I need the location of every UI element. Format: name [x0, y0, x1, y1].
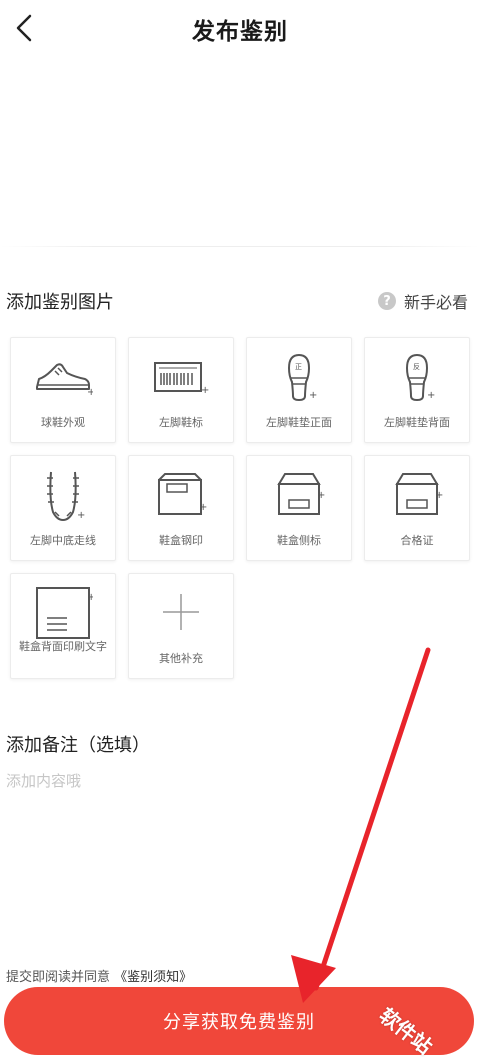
upload-tile-certificate[interactable]: + 合格证 [364, 455, 470, 561]
tile-label: 鞋盒背面印刷文字 [19, 640, 107, 653]
box-stamp-icon: + [158, 473, 207, 515]
svg-text:+: + [309, 390, 317, 401]
svg-text:+: + [427, 390, 435, 401]
remarks-title: 添加备注（选填） [6, 735, 150, 756]
upload-tile-shoe-label[interactable]: + 左脚鞋标 [128, 337, 234, 443]
svg-text:+: + [87, 592, 93, 603]
midsole-stitch-icon: + [47, 471, 85, 522]
svg-text:+: + [199, 502, 207, 513]
agreement-text: 提交即阅读并同意 《鉴别须知》 [6, 966, 192, 985]
page-title: 发布鉴别 [192, 19, 288, 45]
svg-text:+: + [87, 387, 93, 397]
tile-label: 合格证 [400, 534, 434, 547]
certificate-icon: + [395, 473, 443, 515]
banner-area [0, 60, 480, 250]
tile-label: 球鞋外观 [41, 416, 85, 429]
insole-mark: 正 [295, 363, 302, 371]
upload-grid: + 球鞋外观 + 左脚鞋标 正 + 左脚鞋垫正面 反 + 左脚鞋垫背面 + 左脚… [10, 337, 470, 682]
tile-label: 其他补充 [159, 652, 203, 665]
sneaker-icon: + [36, 363, 93, 397]
insole-front-icon: 正 + [287, 353, 317, 402]
upload-tile-box-back-text[interactable]: + 鞋盒背面印刷文字 [10, 573, 116, 679]
svg-text:+: + [317, 490, 325, 501]
help-icon: ? [377, 292, 396, 310]
insole-back-icon: 反 + [405, 353, 435, 402]
upload-tile-box-side-label[interactable]: + 鞋盒侧标 [246, 455, 352, 561]
upload-tile-insole-back[interactable]: 反 + 左脚鞋垫背面 [364, 337, 470, 443]
agreement-prefix: 提交即阅读并同意 [6, 970, 111, 985]
upload-tile-other[interactable]: 其他补充 [128, 573, 234, 679]
upload-section-title: 添加鉴别图片 [6, 292, 114, 313]
divider [0, 246, 480, 247]
box-back-text-icon: + [36, 587, 93, 639]
upload-tile-midsole-stitch[interactable]: + 左脚中底走线 [10, 455, 116, 561]
insole-mark: 反 [413, 362, 420, 371]
upload-tile-box-stamp[interactable]: + 鞋盒钢印 [128, 455, 234, 561]
tile-label: 鞋盒钢印 [159, 534, 203, 547]
tile-label: 鞋盒侧标 [277, 534, 321, 547]
box-side-label-icon: + [277, 473, 325, 515]
tile-label: 左脚鞋垫背面 [384, 416, 450, 429]
tile-label: 左脚鞋垫正面 [266, 416, 332, 429]
svg-text:+: + [435, 490, 443, 501]
remarks-input[interactable] [6, 770, 466, 940]
upload-tile-insole-front[interactable]: 正 + 左脚鞋垫正面 [246, 337, 352, 443]
tile-label: 左脚鞋标 [159, 416, 203, 429]
barcode-label-icon: + [154, 362, 209, 396]
plus-icon [163, 594, 199, 630]
beginner-guide-link[interactable]: ? 新手必看 [377, 289, 468, 313]
upload-tile-sneaker[interactable]: + 球鞋外观 [10, 337, 116, 443]
header-bar: 发布鉴别 [0, 0, 480, 60]
tile-label: 左脚中底走线 [30, 534, 96, 547]
identification-notice-link[interactable]: 《鉴别须知》 [114, 970, 192, 985]
svg-text:+: + [201, 385, 209, 396]
guide-label: 新手必看 [403, 293, 468, 312]
svg-text:+: + [77, 510, 85, 521]
